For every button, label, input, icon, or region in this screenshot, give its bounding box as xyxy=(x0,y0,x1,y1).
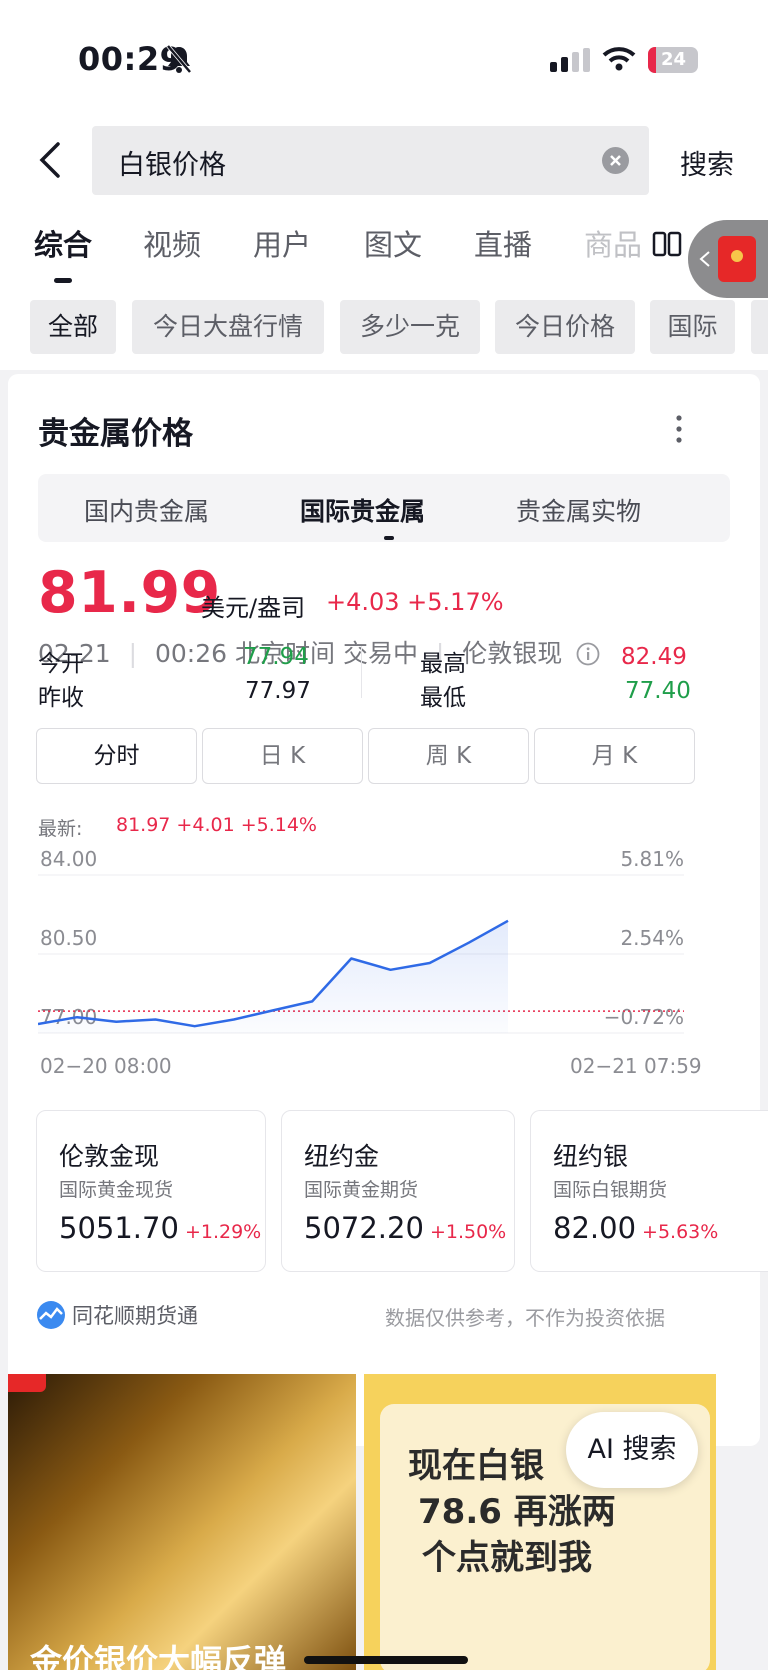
open-label: 今开 xyxy=(38,651,84,677)
latest-label: 最新: xyxy=(38,818,83,840)
tab-comprehensive[interactable]: 综合 xyxy=(34,222,92,264)
stats-divider xyxy=(361,646,362,698)
more-options-icon[interactable] xyxy=(676,414,682,444)
segment-indicator xyxy=(384,536,394,540)
tab-products[interactable]: 商品 xyxy=(584,222,642,264)
clear-icon[interactable] xyxy=(602,147,629,174)
precious-metals-card: 贵金属价格 国内贵金属 国际贵金属 贵金属实物 81.99 美元/盎司 +4.0… xyxy=(8,374,760,1446)
mini-title: 伦敦金现 xyxy=(59,1142,160,1171)
y-tick-top: 84.00 xyxy=(40,847,97,871)
mini-value: 5051.70 xyxy=(59,1211,179,1245)
latest-value: 81.97 +4.01 +5.14% xyxy=(116,814,317,836)
note-line-2: 78.6 再涨两 xyxy=(418,1492,616,1532)
search-query: 白银价格 xyxy=(118,150,226,181)
mini-value: 82.00 xyxy=(553,1211,637,1245)
tab-users[interactable]: 用户 xyxy=(253,222,311,264)
thumb-caption: 金价银价大幅反弹 xyxy=(30,1642,287,1670)
mini-pct: +1.29% xyxy=(184,1221,262,1243)
search-input[interactable]: 白银价格 xyxy=(92,126,649,195)
info-icon[interactable] xyxy=(576,642,600,666)
wifi-icon xyxy=(602,47,636,71)
prev-close-value: 77.97 xyxy=(245,678,311,704)
mini-pct: +1.50% xyxy=(429,1221,507,1243)
data-source[interactable]: 同花顺期货通 xyxy=(72,1300,198,1330)
note-line-1: 现在白银 xyxy=(408,1446,544,1486)
search-button[interactable]: 搜索 xyxy=(680,143,734,182)
bell-muted-icon xyxy=(166,44,192,74)
open-value: 77.94 xyxy=(243,644,309,670)
mini-subtitle: 国际白银期货 xyxy=(553,1179,668,1201)
chip-today-price[interactable]: 今日价格 xyxy=(495,300,635,354)
tab-articles[interactable]: 图文 xyxy=(364,222,422,264)
y-tick-mid: 80.50 xyxy=(40,926,97,950)
thumb-badge xyxy=(8,1374,46,1392)
tab-indicator xyxy=(54,278,72,283)
low-label: 最低 xyxy=(420,685,466,711)
segment-physical[interactable]: 贵金属实物 xyxy=(516,492,641,528)
battery-icon: 24 xyxy=(648,47,698,73)
prev-close-label: 昨收 xyxy=(38,685,84,711)
y-pct-top: 5.81% xyxy=(620,847,684,871)
segment-domestic[interactable]: 国内贵金属 xyxy=(84,492,209,528)
mini-subtitle: 国际黄金期货 xyxy=(304,1179,419,1201)
high-label: 最高 xyxy=(420,651,466,677)
note-line-3: 个点就到我 xyxy=(422,1538,592,1578)
tonghuashun-logo-icon xyxy=(37,1301,65,1329)
filter-chips: 全部 今日大盘行情 多少一克 今日价格 国际 xyxy=(0,300,768,356)
mini-card-ny-silver[interactable]: 纽约银 国际白银期货 82.00 +5.63% xyxy=(530,1110,768,1272)
y-pct-mid: 2.54% xyxy=(620,926,684,950)
high-value: 82.49 xyxy=(621,644,687,670)
current-price: 81.99 xyxy=(38,560,221,626)
layout-toggle-icon[interactable] xyxy=(652,230,682,260)
tab-video[interactable]: 视频 xyxy=(143,222,201,264)
instrument-name: 伦敦银现 xyxy=(462,639,563,668)
market-segment: 国内贵金属 国际贵金属 贵金属实物 xyxy=(38,474,730,542)
chip-all[interactable]: 全部 xyxy=(30,300,116,354)
mini-card-ny-gold[interactable]: 纽约金 国际黄金期货 5072.20 +1.50% xyxy=(281,1110,515,1272)
disclaimer: 数据仅供参考，不作为投资依据 xyxy=(385,1306,665,1330)
chevron-left-icon xyxy=(699,251,710,267)
mini-value: 5072.20 xyxy=(304,1211,424,1245)
quote-meta: 02-21 | 00:26 北京时间 交易中 | 伦敦银现 xyxy=(38,634,600,670)
tab-live[interactable]: 直播 xyxy=(474,222,532,264)
price-unit: 美元/盎司 xyxy=(201,594,306,622)
chip-international[interactable]: 国际 xyxy=(650,300,735,354)
low-value: 77.40 xyxy=(625,678,691,704)
mini-title: 纽约金 xyxy=(304,1142,380,1171)
mini-subtitle: 国际黄金现货 xyxy=(59,1179,174,1201)
red-packet-icon xyxy=(718,236,756,282)
kline-tab-daily[interactable]: 日 K xyxy=(202,728,363,784)
chip-per-gram[interactable]: 多少一克 xyxy=(340,300,480,354)
mini-card-london-gold[interactable]: 伦敦金现 国际黄金现货 5051.70 +1.29% xyxy=(36,1110,266,1272)
x-tick-start: 02−20 08:00 xyxy=(40,1054,172,1078)
signal-icon xyxy=(550,48,590,72)
x-tick-end: 02−21 07:59 xyxy=(570,1054,702,1078)
video-thumbnail-gold-bars[interactable]: 金价银价大幅反弹 xyxy=(8,1374,356,1670)
card-title: 贵金属价格 xyxy=(38,416,193,452)
price-change: +4.03 +5.17% xyxy=(326,588,504,616)
back-arrow-icon[interactable] xyxy=(36,140,64,180)
ai-search-button[interactable]: AI 搜索 xyxy=(566,1412,698,1488)
home-indicator xyxy=(304,1656,468,1664)
mini-pct: +5.63% xyxy=(642,1221,719,1243)
chip-market[interactable]: 今日大盘行情 xyxy=(132,300,324,354)
y-pct-bottom: −0.72% xyxy=(604,1005,684,1029)
kline-tab-monthly[interactable]: 月 K xyxy=(534,728,695,784)
price-area xyxy=(38,920,508,1033)
mini-title: 纽约银 xyxy=(553,1142,629,1171)
kline-tab-intraday[interactable]: 分时 xyxy=(36,728,197,784)
intraday-chart[interactable]: 84.00 80.50 77.00 5.81% 2.54% −0.72% xyxy=(38,840,730,1040)
battery-level: 24 xyxy=(661,49,687,70)
chip-more[interactable] xyxy=(751,300,768,354)
segment-international[interactable]: 国际贵金属 xyxy=(300,492,425,528)
kline-tab-weekly[interactable]: 周 K xyxy=(368,728,529,784)
